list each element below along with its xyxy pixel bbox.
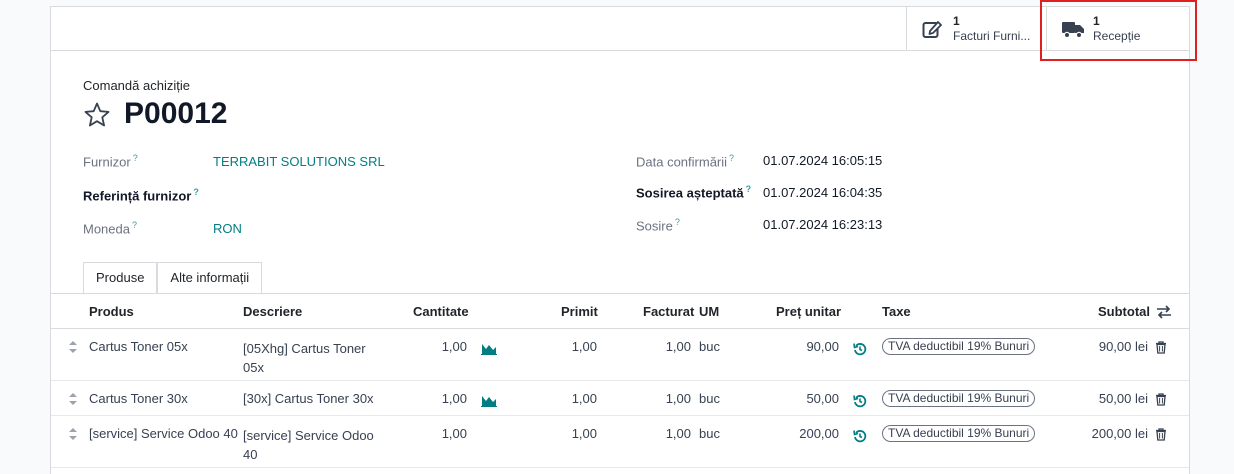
- form-sheet: 1 Facturi Furni... 1 Recepție Comandă ac…: [50, 0, 1197, 474]
- button-box: 1 Facturi Furni... 1 Recepție: [51, 0, 1197, 61]
- drag-handle-icon[interactable]: [69, 341, 77, 353]
- column-header-uom[interactable]: UM: [699, 304, 719, 319]
- help-tooltip-icon[interactable]: ?: [132, 220, 137, 230]
- receipt-button[interactable]: 1 Recepție: [1046, 7, 1189, 51]
- table-row[interactable]: Cartus Toner 05x [05Xhg] Cartus Toner 05x…: [51, 329, 1189, 381]
- cell-subtotal: 50,00 lei: [1098, 391, 1148, 406]
- vendor-reference-field[interactable]: [213, 187, 463, 205]
- help-tooltip-icon[interactable]: ?: [675, 217, 680, 227]
- cell-subtotal: 90,00 lei: [1098, 339, 1148, 354]
- cell-description[interactable]: [30x] Cartus Toner 30x: [243, 391, 374, 406]
- column-header-taxes[interactable]: Taxe: [882, 304, 911, 319]
- vendor-bills-count: 1: [953, 14, 960, 28]
- pencil-square-icon: [921, 17, 945, 41]
- description-line: [05Xhg] Cartus Toner: [243, 341, 366, 356]
- order-lines-table: Produs Descriere Cantitate Primit Factur…: [51, 294, 1189, 468]
- cell-description[interactable]: [service] Service Odoo 40: [243, 426, 374, 464]
- vendor-label: Furnizor?: [83, 153, 138, 169]
- table-row[interactable]: Cartus Toner 30x [30x] Cartus Toner 30x …: [51, 381, 1189, 416]
- column-header-subtotal[interactable]: Subtotal: [1098, 304, 1150, 319]
- forecast-graph-icon[interactable]: [481, 393, 497, 407]
- currency-field[interactable]: RON: [213, 221, 242, 236]
- confirmation-date-label: Data confirmării?: [636, 153, 734, 169]
- help-tooltip-icon[interactable]: ?: [193, 187, 199, 197]
- description-line: 40: [243, 447, 258, 462]
- tax-tag[interactable]: TVA deductibil 19% Bunuri: [882, 425, 1036, 442]
- tab-products[interactable]: Produse: [83, 262, 158, 294]
- cell-unit-price[interactable]: 50,00: [771, 391, 839, 406]
- receipt-label: Recepție: [1093, 29, 1141, 43]
- cell-billed[interactable]: 1,00: [635, 391, 691, 406]
- cell-uom[interactable]: buc: [699, 391, 720, 406]
- cell-quantity[interactable]: 1,00: [411, 426, 467, 441]
- cell-billed[interactable]: 1,00: [635, 339, 691, 354]
- drag-handle-icon[interactable]: [69, 428, 77, 440]
- currency-label: Moneda?: [83, 220, 137, 236]
- expected-arrival-label: Sosirea așteptată?: [636, 184, 751, 200]
- arrival-label: Sosire?: [636, 217, 680, 233]
- cell-subtotal: 200,00 lei: [1091, 426, 1148, 441]
- optional-columns-icon[interactable]: [1156, 304, 1172, 320]
- help-tooltip-icon[interactable]: ?: [133, 153, 138, 163]
- arrival-field[interactable]: 01.07.2024 16:23:13: [763, 217, 882, 232]
- cell-product[interactable]: [service] Service Odoo 40: [89, 426, 238, 441]
- price-history-icon[interactable]: [853, 394, 867, 408]
- document-type-label: Comandă achiziție: [83, 78, 190, 93]
- vendor-bills-button[interactable]: 1 Facturi Furni...: [906, 7, 1046, 51]
- receipt-count: 1: [1093, 14, 1100, 28]
- notebook-tabs: Produse Alte informații: [83, 262, 263, 294]
- cell-quantity[interactable]: 1,00: [411, 391, 467, 406]
- truck-icon: [1061, 17, 1085, 41]
- help-tooltip-icon[interactable]: ?: [746, 184, 752, 194]
- help-tooltip-icon[interactable]: ?: [729, 153, 734, 163]
- column-header-unit-price[interactable]: Preț unitar: [776, 304, 841, 319]
- arrival-label-text: Sosire: [636, 218, 673, 234]
- cell-product[interactable]: Cartus Toner 30x: [89, 391, 188, 406]
- vendor-reference-label: Referință furnizor?: [83, 187, 199, 203]
- column-header-quantity[interactable]: Cantitate: [413, 304, 469, 319]
- cell-quantity[interactable]: 1,00: [411, 339, 467, 354]
- drag-handle-icon[interactable]: [69, 393, 77, 405]
- tax-tag[interactable]: TVA deductibil 19% Bunuri: [882, 390, 1036, 407]
- description-line: [service] Service Odoo: [243, 428, 374, 443]
- column-header-product[interactable]: Produs: [89, 304, 134, 319]
- vendor-bills-label: Facturi Furni...: [953, 29, 1031, 43]
- trash-icon[interactable]: [1155, 393, 1167, 406]
- cell-received[interactable]: 1,00: [541, 391, 597, 406]
- price-history-icon[interactable]: [853, 429, 867, 443]
- confirmation-date-label-text: Data confirmării: [636, 154, 728, 170]
- cell-unit-price[interactable]: 200,00: [771, 426, 839, 441]
- cell-description[interactable]: [05Xhg] Cartus Toner 05x: [243, 339, 366, 377]
- cell-received[interactable]: 1,00: [541, 339, 597, 354]
- table-row[interactable]: [service] Service Odoo 40 [service] Serv…: [51, 416, 1189, 468]
- cell-unit-price[interactable]: 90,00: [771, 339, 839, 354]
- price-history-icon[interactable]: [853, 342, 867, 356]
- vendor-reference-label-text: Referință furnizor: [83, 188, 192, 204]
- page-title: P00012: [124, 97, 228, 130]
- vendor-field[interactable]: TERRABIT SOLUTIONS SRL: [213, 154, 385, 169]
- forecast-graph-icon[interactable]: [481, 341, 497, 355]
- trash-icon[interactable]: [1155, 428, 1167, 441]
- currency-label-text: Moneda: [83, 221, 130, 237]
- cell-uom[interactable]: buc: [699, 426, 720, 441]
- column-header-received[interactable]: Primit: [561, 304, 598, 319]
- table-header: Produs Descriere Cantitate Primit Factur…: [51, 294, 1189, 329]
- star-icon[interactable]: [83, 101, 111, 129]
- cell-product[interactable]: Cartus Toner 05x: [89, 339, 188, 354]
- tax-tag[interactable]: TVA deductibil 19% Bunuri: [882, 338, 1036, 355]
- vendor-label-text: Furnizor: [83, 154, 131, 170]
- expected-arrival-field[interactable]: 01.07.2024 16:04:35: [763, 185, 882, 200]
- cell-uom[interactable]: buc: [699, 339, 720, 354]
- description-line: 05x: [243, 360, 264, 375]
- tab-other-info[interactable]: Alte informații: [157, 262, 263, 294]
- confirmation-date-field[interactable]: 01.07.2024 16:05:15: [763, 153, 882, 168]
- cell-received[interactable]: 1,00: [541, 426, 597, 441]
- column-header-billed[interactable]: Facturat: [643, 304, 694, 319]
- trash-icon[interactable]: [1155, 341, 1167, 354]
- column-header-description[interactable]: Descriere: [243, 304, 302, 319]
- expected-arrival-label-text: Sosirea așteptată: [636, 185, 744, 201]
- cell-billed[interactable]: 1,00: [635, 426, 691, 441]
